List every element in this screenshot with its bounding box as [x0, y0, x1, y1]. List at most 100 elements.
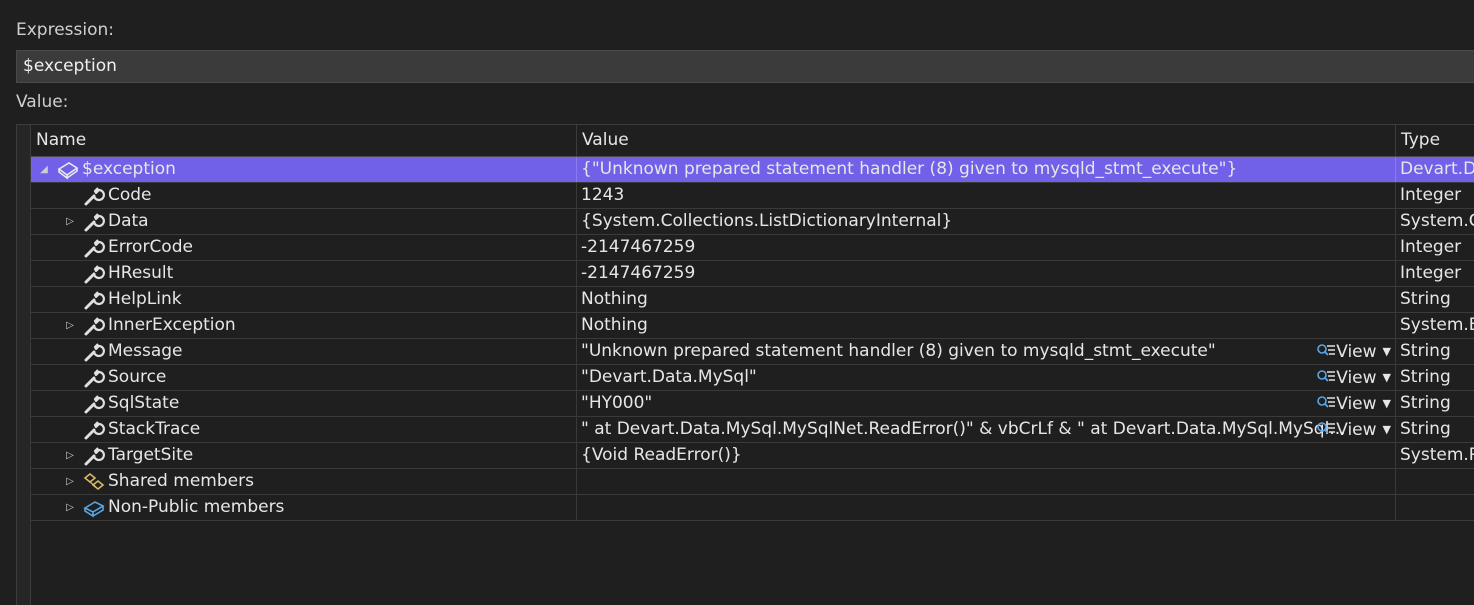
- value-cell[interactable]: " at Devart.Data.MySql.MySqlNet.ReadErro…: [577, 417, 1396, 442]
- column-header-name[interactable]: Name: [31, 125, 577, 156]
- view-visualizer-button[interactable]: View ▼: [1316, 391, 1391, 416]
- wrench-icon: [83, 316, 105, 336]
- value-cell[interactable]: "Unknown prepared statement handler (8) …: [577, 339, 1396, 364]
- column-header-value[interactable]: Value: [577, 125, 1396, 156]
- value-cell[interactable]: Nothing: [577, 313, 1396, 338]
- row-value: Nothing: [581, 289, 648, 309]
- type-cell: String: [1400, 393, 1451, 413]
- table-row[interactable]: ▷ Non-Public members: [31, 495, 1474, 521]
- wrench-icon: [83, 420, 105, 440]
- table-row[interactable]: ▷ Shared members: [31, 469, 1474, 495]
- type-cell: Integer: [1400, 263, 1462, 283]
- row-name: $exception: [82, 159, 176, 179]
- row-name: HelpLink: [108, 289, 182, 309]
- table-row[interactable]: Message "Unknown prepared statement handl…: [31, 339, 1474, 365]
- table-row[interactable]: HelpLink Nothing String: [31, 287, 1474, 313]
- expand-arrow-icon[interactable]: ▷: [63, 209, 77, 234]
- type-cell: Integer: [1400, 185, 1462, 205]
- row-name: Message: [108, 341, 183, 361]
- collapse-arrow-icon[interactable]: ◢: [37, 157, 51, 182]
- type-cell: Integer: [1400, 237, 1462, 257]
- name-cell[interactable]: HelpLink: [31, 287, 577, 312]
- value-cell[interactable]: 1243: [577, 183, 1396, 208]
- type-cell: System.Ex: [1400, 315, 1474, 335]
- table-row[interactable]: StackTrace " at Devart.Data.MySql.MySqlNe…: [31, 417, 1474, 443]
- view-label: View: [1336, 342, 1377, 362]
- chevron-down-icon[interactable]: ▼: [1383, 371, 1391, 384]
- value-cell[interactable]: Nothing: [577, 287, 1396, 312]
- chevron-down-icon[interactable]: ▼: [1383, 397, 1391, 410]
- type-cell: [1396, 469, 1474, 494]
- value-cell[interactable]: -2147467259: [577, 235, 1396, 260]
- value-cell[interactable]: {System.Collections.ListDictionaryIntern…: [577, 209, 1396, 234]
- name-cell[interactable]: SqlState: [31, 391, 577, 416]
- grid-header: Name Value Type: [31, 125, 1474, 157]
- row-name: HResult: [108, 263, 174, 283]
- name-cell[interactable]: StackTrace: [31, 417, 577, 442]
- row-name: StackTrace: [108, 419, 201, 439]
- name-cell[interactable]: ▷ Data: [31, 209, 577, 234]
- value-cell[interactable]: "HY000" View ▼: [577, 391, 1396, 416]
- name-cell[interactable]: ErrorCode: [31, 235, 577, 260]
- view-visualizer-button[interactable]: View ▼: [1316, 417, 1391, 442]
- wrench-icon: [83, 394, 105, 414]
- row-value: {Void ReadError()}: [581, 445, 742, 465]
- expression-label: Expression:: [16, 20, 115, 40]
- view-label: View: [1336, 394, 1377, 414]
- table-row[interactable]: ▷ Data {System.Collections.ListDictionaryI…: [31, 209, 1474, 235]
- expand-arrow-icon[interactable]: ▷: [63, 495, 77, 520]
- expand-arrow-icon[interactable]: ▷: [63, 443, 77, 468]
- chevron-down-icon[interactable]: ▼: [1383, 345, 1391, 358]
- name-cell[interactable]: ◢ $exception: [31, 157, 577, 182]
- view-label: View: [1336, 368, 1377, 388]
- table-row[interactable]: Source "Devart.Data.MySql" View ▼ String: [31, 365, 1474, 391]
- row-name: SqlState: [108, 393, 180, 413]
- table-row[interactable]: ◢ $exception {"Unknown prepared statement …: [31, 157, 1474, 183]
- shared-members-icon: [83, 472, 105, 492]
- name-cell[interactable]: HResult: [31, 261, 577, 286]
- view-visualizer-button[interactable]: View ▼: [1316, 365, 1391, 390]
- value-cell[interactable]: {Void ReadError()}: [577, 443, 1396, 468]
- name-cell[interactable]: ▷ InnerException: [31, 313, 577, 338]
- expand-arrow-icon[interactable]: ▷: [63, 313, 77, 338]
- value-cell[interactable]: [577, 469, 1396, 494]
- name-cell[interactable]: Message: [31, 339, 577, 364]
- type-cell: String: [1400, 289, 1451, 309]
- name-cell[interactable]: ▷ Shared members: [31, 469, 577, 494]
- text-visualizer-icon: [1316, 394, 1336, 410]
- grid-gutter: [17, 125, 31, 605]
- type-cell: String: [1400, 419, 1451, 439]
- type-cell: System.Re: [1400, 445, 1474, 465]
- type-cell: [1396, 495, 1474, 520]
- chevron-down-icon[interactable]: ▼: [1383, 423, 1391, 436]
- row-name: Non-Public members: [108, 497, 285, 517]
- name-cell[interactable]: ▷ Non-Public members: [31, 495, 577, 520]
- table-row[interactable]: ErrorCode -2147467259 Integer: [31, 235, 1474, 261]
- view-label: View: [1336, 420, 1377, 440]
- name-cell[interactable]: Source: [31, 365, 577, 390]
- value-cell[interactable]: [577, 495, 1396, 520]
- column-header-type[interactable]: Type: [1396, 125, 1474, 156]
- table-row[interactable]: SqlState "HY000" View ▼ String: [31, 391, 1474, 417]
- table-row[interactable]: ▷ TargetSite {Void ReadError()} System.Re: [31, 443, 1474, 469]
- name-cell[interactable]: ▷ TargetSite: [31, 443, 577, 468]
- table-row[interactable]: HResult -2147467259 Integer: [31, 261, 1474, 287]
- expand-arrow-icon[interactable]: ▷: [63, 469, 77, 494]
- row-name: Code: [108, 185, 152, 205]
- value-cell[interactable]: -2147467259: [577, 261, 1396, 286]
- wrench-icon: [83, 238, 105, 258]
- view-visualizer-button[interactable]: View ▼: [1316, 339, 1391, 364]
- value-cell[interactable]: "Devart.Data.MySql" View ▼: [577, 365, 1396, 390]
- wrench-icon: [83, 264, 105, 284]
- wrench-icon: [83, 446, 105, 466]
- name-cell[interactable]: Code: [31, 183, 577, 208]
- exception-icon: [57, 160, 79, 180]
- expression-input[interactable]: $exception: [16, 50, 1474, 83]
- table-row[interactable]: ▷ InnerException Nothing System.Ex: [31, 313, 1474, 339]
- row-value: 1243: [581, 185, 625, 205]
- table-row[interactable]: Code 1243 Integer: [31, 183, 1474, 209]
- type-cell: String: [1400, 367, 1451, 387]
- row-value: "Unknown prepared statement handler (8) …: [581, 341, 1216, 361]
- value-cell[interactable]: {"Unknown prepared statement handler (8)…: [577, 157, 1396, 182]
- text-visualizer-icon: [1316, 342, 1336, 358]
